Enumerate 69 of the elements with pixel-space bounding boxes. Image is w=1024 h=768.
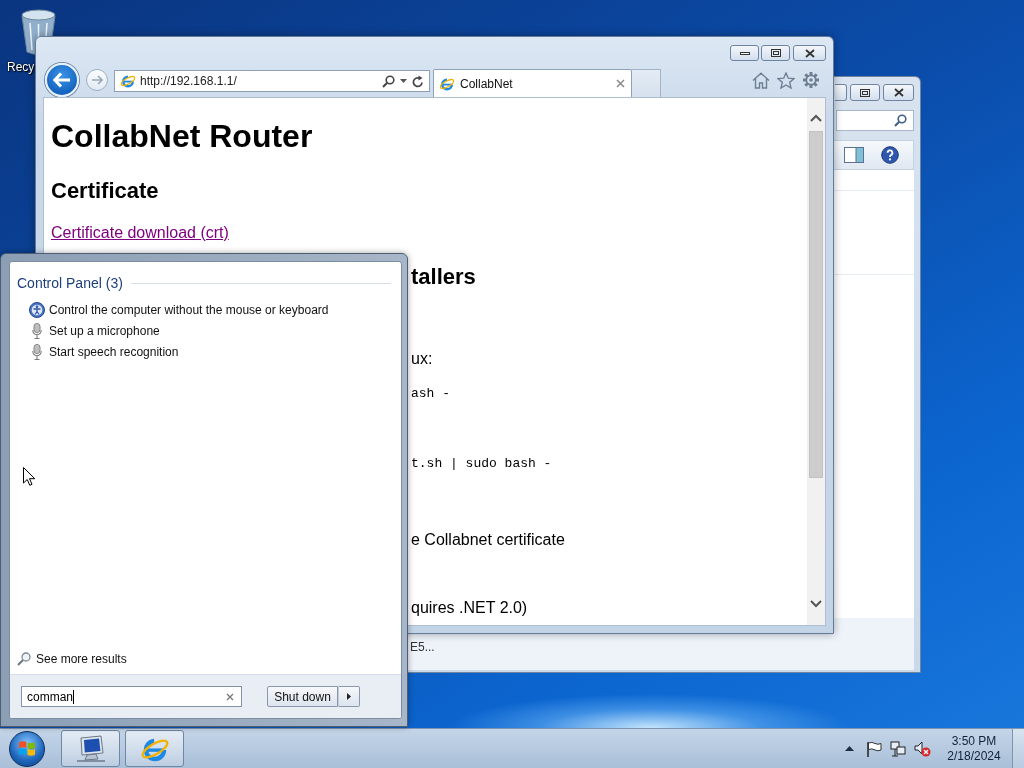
- see-more-results-link[interactable]: See more results: [17, 651, 127, 667]
- back-button[interactable]: [45, 63, 79, 97]
- search-field[interactable]: comman: [21, 686, 242, 707]
- close-icon[interactable]: [616, 79, 625, 88]
- search-result[interactable]: Start speech recognition: [29, 341, 179, 362]
- clock-date[interactable]: 2/18/2024: [947, 748, 1001, 764]
- clock-time[interactable]: 3:50 PM: [951, 733, 997, 749]
- network-icon[interactable]: [890, 740, 906, 757]
- search-field[interactable]: [836, 110, 914, 131]
- close-icon: [804, 48, 815, 58]
- start-button[interactable]: [9, 730, 45, 767]
- up-caret-icon[interactable]: [845, 746, 854, 751]
- taskbar-button[interactable]: [125, 730, 184, 767]
- ease-of-access-icon: [29, 301, 45, 318]
- group-heading: Control Panel (3): [17, 275, 123, 291]
- maximize-icon: [860, 88, 870, 97]
- clear-icon[interactable]: [226, 692, 234, 701]
- preview-pane-icon[interactable]: [844, 147, 864, 163]
- refresh-icon[interactable]: [412, 74, 424, 88]
- search-result[interactable]: Set up a microphone: [29, 320, 160, 341]
- taskbar-button[interactable]: [61, 730, 120, 767]
- caret-icon[interactable]: [400, 79, 407, 83]
- settings-icon[interactable]: [802, 71, 820, 89]
- section-heading: Certificate: [51, 178, 159, 204]
- code-line: t.sh | sudo bash -: [411, 456, 552, 471]
- right-caret-icon: [347, 693, 351, 700]
- home-icon[interactable]: [752, 71, 770, 89]
- maximize-button[interactable]: [761, 45, 790, 61]
- star-icon[interactable]: [777, 71, 795, 89]
- muted-speaker-icon[interactable]: [914, 740, 931, 757]
- minimize-icon: [739, 51, 750, 55]
- microphone-icon: [32, 343, 42, 360]
- minimize-button[interactable]: [730, 45, 759, 61]
- code-line: ash -: [411, 386, 450, 401]
- search-result[interactable]: Control the computer without the mouse or keyboard: [29, 299, 329, 320]
- shut-down-button[interactable]: Shut down: [267, 686, 338, 707]
- e-logo-icon: [120, 73, 136, 89]
- microphone-icon: [32, 322, 42, 339]
- windows-logo-icon: [18, 740, 36, 757]
- page-title: CollabNet Router: [51, 118, 313, 155]
- page-text: ux:: [411, 350, 433, 368]
- maximize-button[interactable]: [850, 84, 880, 101]
- address-field[interactable]: http://192.168.1.1/: [114, 70, 430, 92]
- download-link[interactable]: Certificate download (crt): [51, 224, 229, 242]
- left-arrow-icon: [53, 72, 71, 88]
- status-text: E5...: [410, 640, 435, 654]
- page-text: quires .NET 2.0): [411, 599, 528, 617]
- computer-icon: [75, 734, 106, 763]
- page-text: e Collabnet certificate: [411, 531, 565, 549]
- search-icon[interactable]: [894, 114, 907, 127]
- scrollbar-thumb[interactable]: [809, 131, 823, 478]
- scroll-down-icon[interactable]: [810, 600, 822, 608]
- tab[interactable]: CollabNet: [433, 69, 632, 97]
- section-heading: tallers: [411, 264, 476, 290]
- mouse-pointer-icon: [23, 467, 36, 486]
- close-icon: [893, 88, 904, 97]
- desktop-icon-label: Recy: [7, 60, 35, 74]
- search-icon: [17, 652, 31, 666]
- shut-down-options-button[interactable]: [338, 686, 360, 707]
- right-arrow-icon: [91, 75, 103, 85]
- search-icon[interactable]: [382, 74, 395, 88]
- help-icon[interactable]: [881, 146, 899, 164]
- maximize-icon: [770, 49, 781, 57]
- close-button[interactable]: [883, 84, 914, 101]
- scrollbar[interactable]: [807, 98, 825, 625]
- flag-icon[interactable]: [866, 740, 882, 757]
- close-button[interactable]: [793, 45, 826, 61]
- scroll-up-icon[interactable]: [810, 114, 822, 122]
- text-cursor: [73, 689, 74, 704]
